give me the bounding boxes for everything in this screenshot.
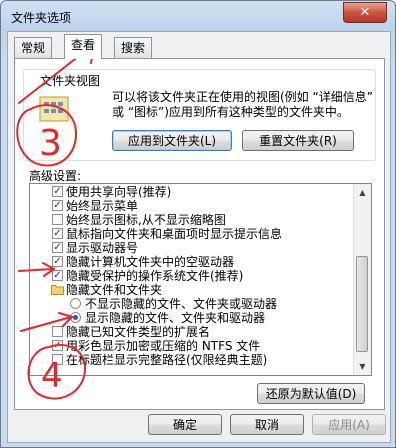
close-button[interactable]: ✕ [343, 2, 387, 23]
radio-unselected[interactable] [70, 298, 81, 309]
list-item-label: 始终显示图标,从不显示缩略图 [66, 213, 226, 227]
checkbox-checked[interactable]: ✓ [52, 228, 63, 239]
scroll-up-icon[interactable]: ▲ [354, 184, 371, 201]
dialog-client: 常规 查看 搜索 文件夹视图 可以将该文件夹正在使用的视图(例如 “详细信息” … [7, 31, 391, 443]
checkbox-checked[interactable]: ✓ [52, 200, 63, 211]
list-item-label: 不显示隐藏的文件、文件夹或驱动器 [85, 297, 278, 311]
cancel-button[interactable]: 取消 [230, 414, 304, 435]
apply-button[interactable]: 应用(A) [312, 414, 386, 435]
checkbox-checked[interactable]: ✓ [52, 340, 63, 351]
checkbox-unchecked[interactable] [52, 326, 63, 337]
advanced-settings-label: 高级设置: [29, 169, 82, 183]
vertical-scrollbar[interactable]: ▲ ▼ [353, 184, 371, 375]
list-item-label: 在标题栏显示完整路径(仅限经典主题) [66, 353, 268, 367]
tab-search[interactable]: 搜索 [114, 37, 153, 58]
list-item-label: 始终显示菜单 [66, 199, 139, 213]
list-item-label: 显示隐藏的文件、文件夹和驱动器 [85, 311, 266, 325]
view-tab-panel: 文件夹视图 可以将该文件夹正在使用的视图(例如 “详细信息” 或 “图标”)应用… [14, 58, 385, 410]
folder-views-description: 可以将该文件夹正在使用的视图(例如 “详细信息” 或 “图标”)应用到所有这种类… [112, 90, 373, 119]
reset-folders-button[interactable]: 重置文件夹(R) [242, 130, 354, 151]
checkbox-unchecked[interactable] [52, 214, 63, 225]
apply-to-folders-button[interactable]: 应用到文件夹(L) [112, 130, 232, 151]
title-bar: 文件夹选项 ✕ [1, 1, 395, 31]
folder-view-icon [39, 96, 69, 122]
advanced-settings-list[interactable]: ✓ 使用共享向导(推荐) ✓ 始终显示菜单 始终显示图标,从不显示缩略图 ✓ 鼠… [29, 183, 372, 376]
folder-views-group: 文件夹视图 可以将该文件夹正在使用的视图(例如 “详细信息” 或 “图标”)应用… [23, 69, 376, 161]
list-item-label: 显示驱动器号 [66, 241, 139, 255]
checkbox-checked[interactable]: ✓ [52, 256, 63, 267]
folder-icon [51, 285, 64, 295]
checkbox-unchecked[interactable] [52, 354, 63, 365]
list-item-label: 用彩色显示加密或压缩的 NTFS 文件 [66, 339, 261, 353]
list-item-label: 隐藏计算机文件夹中的空驱动器 [66, 255, 235, 269]
checkbox-checked[interactable]: ✓ [52, 186, 63, 197]
tab-general[interactable]: 常规 [14, 37, 53, 58]
checkbox-checked[interactable]: ✓ [52, 270, 63, 281]
list-item-label: 隐藏已知文件类型的扩展名 [66, 325, 211, 339]
list-item-label: 使用共享向导(推荐) [66, 185, 172, 199]
tab-view[interactable]: 查看 [64, 34, 103, 59]
radio-selected[interactable] [70, 312, 81, 323]
restore-defaults-button[interactable]: 还原为默认值(D) [257, 383, 365, 404]
ok-button[interactable]: 确定 [148, 414, 222, 435]
list-item-label: 隐藏文件和文件夹 [66, 283, 163, 297]
folder-options-window: 文件夹选项 ✕ 常规 查看 搜索 文件夹视图 可以将该文件夹正在使用的视图(例如… [0, 0, 396, 448]
list-item-label: 鼠标指向文件夹和桌面项时显示提示信息 [66, 227, 283, 241]
scroll-down-icon[interactable]: ▼ [354, 358, 371, 375]
folder-views-label: 文件夹视图 [38, 72, 103, 89]
checkbox-checked[interactable]: ✓ [52, 242, 63, 253]
list-item-label: 隐藏受保护的操作系统文件(推荐) [66, 269, 244, 283]
scroll-thumb[interactable] [356, 256, 368, 352]
window-title: 文件夹选项 [11, 11, 72, 25]
